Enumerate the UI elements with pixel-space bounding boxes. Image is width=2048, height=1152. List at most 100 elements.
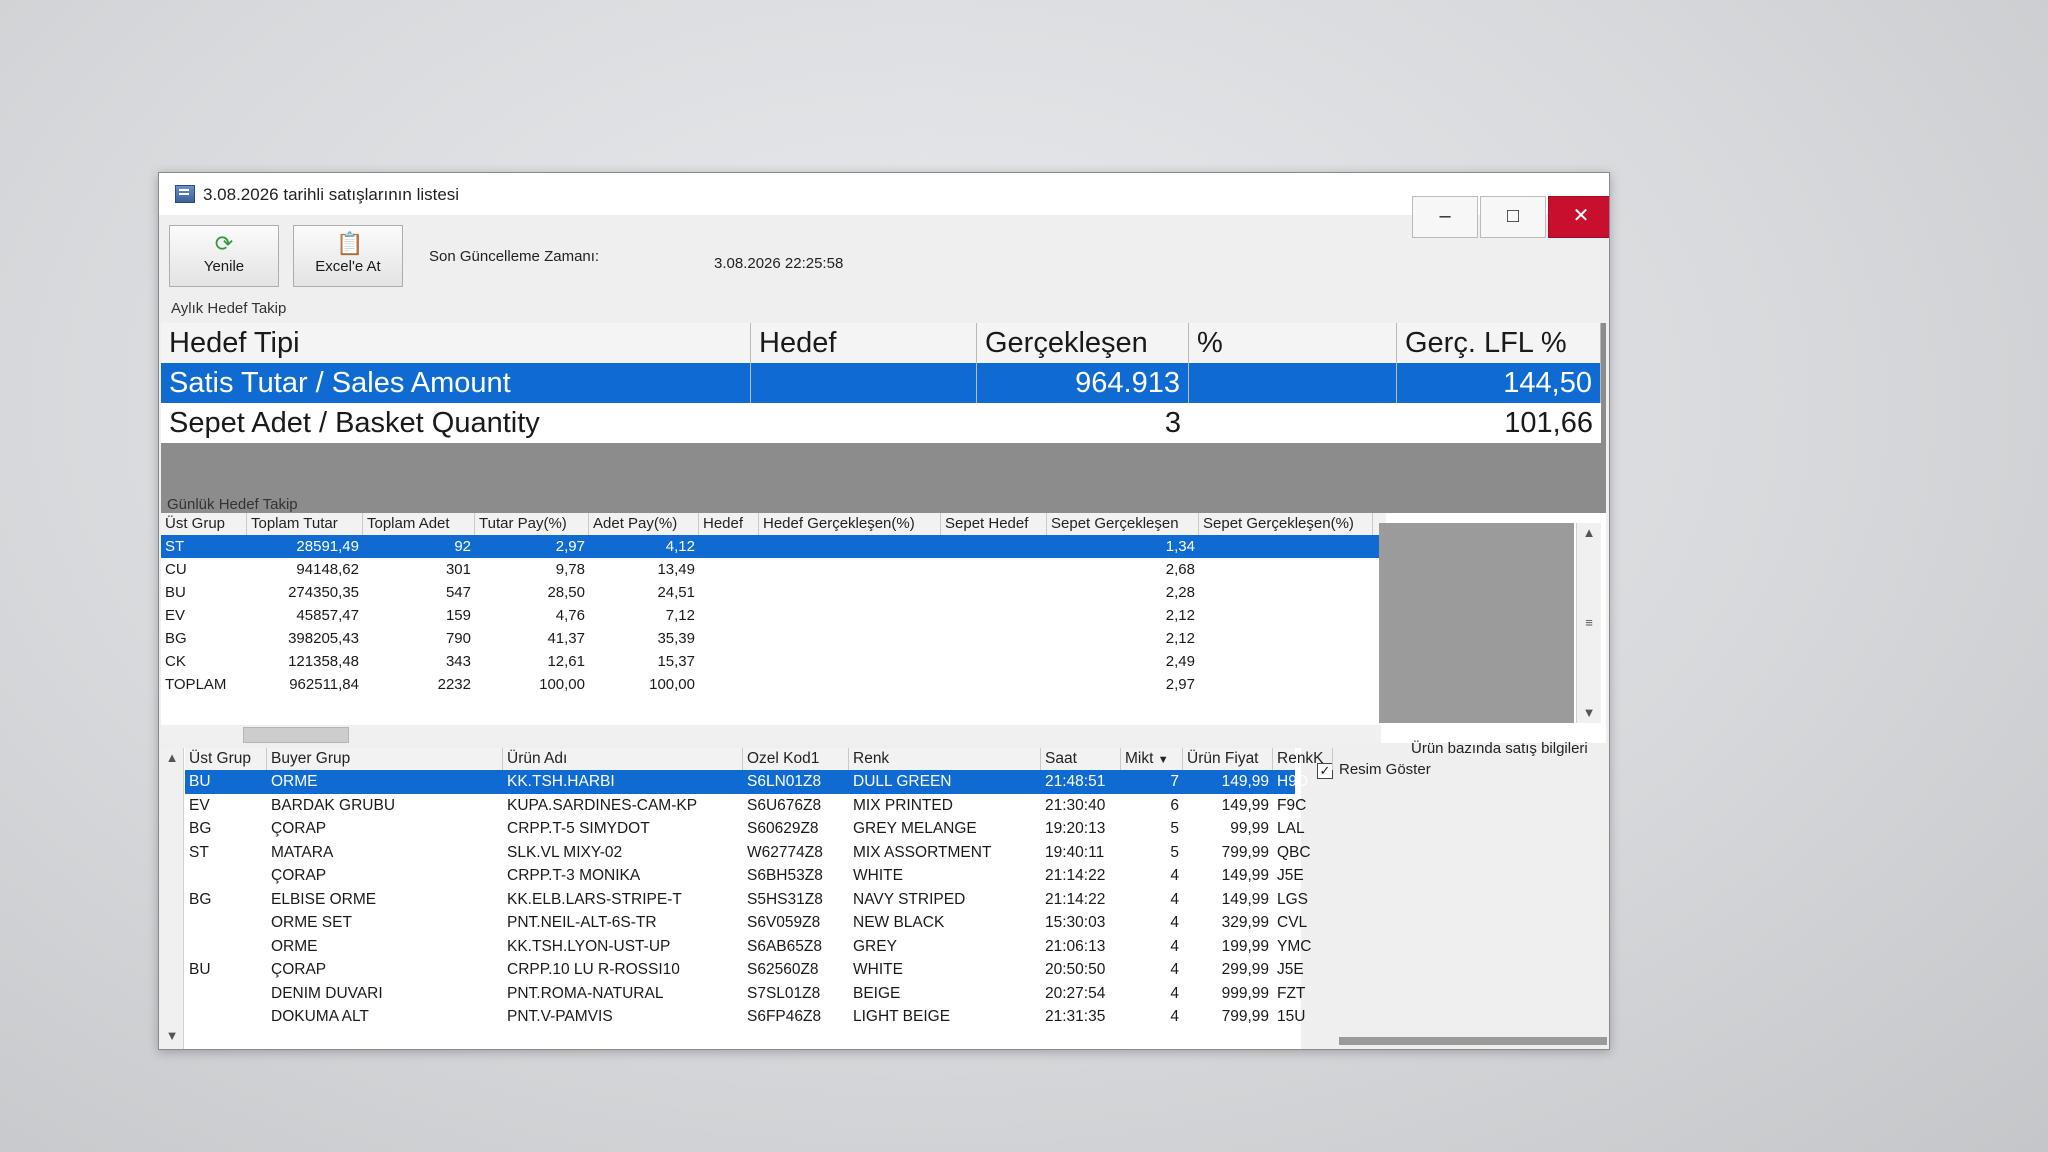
minimize-button[interactable]: – — [1412, 196, 1478, 238]
table-row[interactable]: DOKUMA ALT PNT.V-PAMVIS S6FP46Z8 LIGHT B… — [185, 1005, 1305, 1029]
table-row[interactable]: BU ÇORAP CRPP.10 LU R-ROSSI10 S62560Z8 W… — [185, 958, 1304, 982]
toplam-adet-cell: 343 — [445, 653, 471, 670]
tutar-pay-cell: 4,76 — [555, 607, 585, 624]
last-update-value: 3.08.2026 22:25:58 — [714, 255, 844, 272]
adet-pay-cell: 4,12 — [665, 538, 695, 555]
table-row[interactable]: Satis Tutar / Sales Amount 964.913 144,5… — [161, 363, 1601, 403]
column-header[interactable]: Gerçekleşen — [977, 323, 1189, 363]
column-header[interactable]: Hedef — [699, 513, 759, 535]
column-header[interactable]: Mikt ▼ — [1121, 748, 1183, 770]
column-header[interactable]: Adet Pay(%) — [589, 513, 699, 535]
table-row[interactable]: BG ÇORAP CRPP.T-5 SIMYDOT S60629Z8 GREY … — [185, 817, 1305, 841]
column-header[interactable]: Tutar Pay(%) — [475, 513, 589, 535]
mikt-cell: 4 — [1170, 937, 1179, 955]
table-row[interactable]: ORME KK.TSH.LYON-UST-UP S6AB65Z8 GREY 21… — [185, 935, 1311, 959]
adet-pay-cell: 100,00 — [649, 676, 695, 693]
column-header[interactable]: Ürün Adı — [503, 748, 743, 770]
column-header[interactable]: Saat — [1041, 748, 1121, 770]
column-header[interactable]: Sepet Gerçekleşen(%) — [1199, 513, 1373, 535]
saat-cell: 19:20:13 — [1045, 820, 1106, 837]
urun-adi-cell: PNT.NEIL-ALT-6S-TR — [507, 914, 657, 931]
renk-cell: GREY — [853, 937, 897, 955]
ust-grup-cell: CK — [165, 653, 186, 670]
column-header[interactable]: Renk — [849, 748, 1041, 770]
close-button[interactable]: ✕ — [1548, 196, 1609, 238]
column-header[interactable]: Sepet Hedef — [941, 513, 1047, 535]
daily-header-row: Üst Grup Toplam Tutar Toplam Adet Tutar … — [161, 513, 1386, 536]
table-row[interactable]: ST 28591,49 92 2,97 4,12 1,34 — [161, 535, 1386, 558]
table-row[interactable]: BU ORME KK.TSH.HARBI S6LN01Z8 DULL GREEN… — [185, 770, 1308, 794]
daily-vertical-scrollbar[interactable]: ▲ ≡ ▼ — [1576, 523, 1601, 723]
column-header[interactable]: Üst Grup — [161, 513, 247, 535]
ozel-kod-cell: S7SL01Z8 — [747, 984, 821, 1002]
column-header[interactable]: Toplam Adet — [363, 513, 475, 535]
toplam-adet-cell: 2232 — [437, 676, 471, 693]
table-row[interactable]: DENIM DUVARI PNT.ROMA-NATURAL S7SL01Z8 B… — [185, 982, 1305, 1006]
sepet-gerceklesen-cell: 2,49 — [1165, 653, 1195, 670]
tutar-pay-cell: 2,97 — [555, 538, 585, 555]
ozel-kod-cell: S62560Z8 — [747, 961, 819, 978]
column-header[interactable]: Ozel Kod1 — [743, 748, 849, 770]
buyer-grup-cell: DENIM DUVARI — [271, 984, 383, 1002]
buyer-grup-cell: DOKUMA ALT — [271, 1008, 369, 1025]
ust-grup-cell: EV — [165, 607, 186, 624]
column-header[interactable]: Ürün Fiyat — [1183, 748, 1273, 770]
column-header[interactable]: Üst Grup — [185, 748, 267, 770]
fiyat-cell: 149,99 — [1221, 796, 1269, 814]
table-row[interactable]: EV 45857,47 159 4,76 7,12 2,12 — [161, 604, 1386, 627]
column-header[interactable]: Sepet Gerçekleşen — [1047, 513, 1199, 535]
column-header[interactable]: Buyer Grup — [267, 748, 503, 770]
export-excel-button[interactable]: 📋 Excel'e At — [293, 225, 403, 287]
buyer-grup-cell: ORME — [271, 773, 318, 790]
daily-target-group-label: Günlük Hedef Takip — [167, 496, 298, 513]
column-header[interactable]: % — [1189, 323, 1397, 363]
table-row[interactable]: BG 398205,43 790 41,37 35,39 2,12 — [161, 627, 1386, 650]
tutar-pay-cell: 100,00 — [539, 676, 585, 693]
table-row[interactable]: EV BARDAK GRUBU KUPA.SARDINES-CAM-KP S6U… — [185, 794, 1306, 818]
toplam-adet-cell: 547 — [445, 584, 471, 601]
table-row[interactable]: ORME SET PNT.NEIL-ALT-6S-TR S6V059Z8 NEW… — [185, 911, 1307, 935]
refresh-button[interactable]: ⟳ Yenile — [169, 225, 279, 287]
ust-grup-cell: BG — [189, 820, 212, 837]
tutar-pay-cell: 9,78 — [555, 561, 585, 578]
hedef-tipi-cell: Sepet Adet / Basket Quantity — [169, 407, 540, 439]
column-header[interactable]: Gerç. LFL % — [1397, 323, 1601, 363]
urun-adi-cell: CRPP.10 LU R-ROSSI10 — [507, 961, 680, 978]
table-row[interactable]: BU 274350,35 547 28,50 24,51 2,28 — [161, 581, 1386, 604]
scroll-thumb[interactable] — [243, 727, 349, 743]
hedef-cell — [751, 403, 977, 443]
horizontal-scrollbar[interactable] — [1339, 1037, 1607, 1045]
fiyat-cell: 149,99 — [1221, 867, 1269, 884]
table-row[interactable]: BG ELBISE ORME KK.ELB.LARS-STRIPE-T S5HS… — [185, 888, 1308, 912]
ozel-kod-cell: S60629Z8 — [747, 820, 819, 837]
table-row[interactable]: ST MATARA SLK.VL MIXY-02 W62774Z8 MIX AS… — [185, 841, 1311, 865]
chevron-up-icon[interactable]: ▲ — [1577, 525, 1601, 540]
scroll-grip-icon[interactable]: ≡ — [1577, 615, 1601, 630]
urun-adi-cell: SLK.VL MIXY-02 — [507, 843, 623, 861]
ozel-kod-cell: S6FP46Z8 — [747, 1008, 822, 1025]
daily-horizontal-scrollbar[interactable] — [161, 725, 1381, 743]
saat-cell: 20:50:50 — [1045, 961, 1106, 978]
chevron-down-icon[interactable]: ▼ — [1577, 705, 1601, 720]
adet-pay-cell: 7,12 — [665, 607, 695, 624]
product-vertical-scrollbar[interactable]: ▲ ▼ — [161, 748, 184, 1049]
table-row[interactable]: ÇORAP CRPP.T-3 MONIKA S6BH53Z8 WHITE 21:… — [185, 864, 1304, 888]
ust-grup-cell: EV — [189, 796, 210, 814]
last-update-label: Son Güncelleme Zamanı: — [429, 248, 600, 265]
chevron-down-icon[interactable]: ▼ — [161, 1028, 183, 1043]
chevron-up-icon[interactable]: ▲ — [161, 750, 183, 765]
table-row[interactable]: TOPLAM 962511,84 2232 100,00 100,00 2,97 — [161, 673, 1386, 696]
ust-grup-cell — [185, 982, 267, 1006]
column-header[interactable]: Hedef Tipi — [161, 323, 751, 363]
maximize-button[interactable]: □ — [1480, 196, 1546, 238]
column-header[interactable]: Hedef Gerçekleşen(%) — [759, 513, 941, 535]
column-header[interactable]: Hedef — [751, 323, 977, 363]
column-header[interactable]: Toplam Tutar — [247, 513, 363, 535]
urun-adi-cell: CRPP.T-3 MONIKA — [507, 867, 641, 884]
table-row[interactable]: CK 121358,48 343 12,61 15,37 2,49 — [161, 650, 1386, 673]
column-header[interactable]: RenkK — [1273, 748, 1333, 770]
table-row[interactable]: Sepet Adet / Basket Quantity 3 101,66 — [161, 403, 1601, 443]
renk-cell: BEIGE — [853, 984, 901, 1002]
mikt-header-label: Mikt — [1125, 750, 1154, 767]
table-row[interactable]: CU 94148,62 301 9,78 13,49 2,68 — [161, 558, 1386, 581]
